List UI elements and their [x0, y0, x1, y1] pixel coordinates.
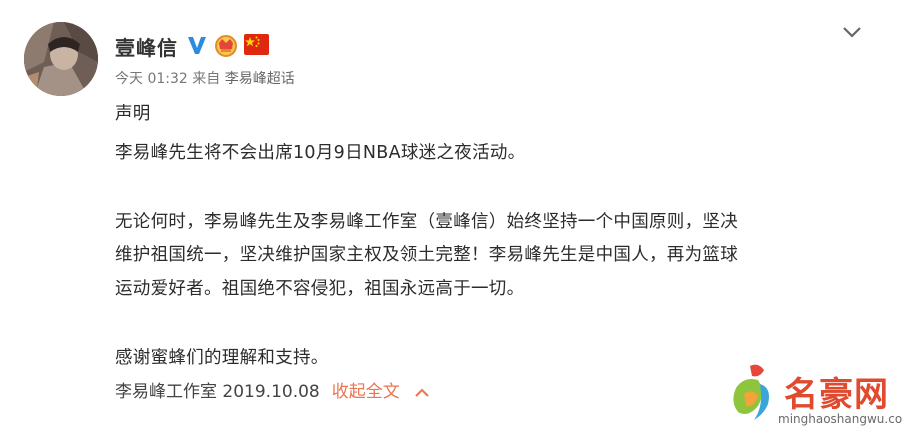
post-time[interactable]: 今天 01:32	[115, 71, 188, 87]
watermark-url: minghaoshangwu.com	[778, 412, 902, 426]
chevron-down-icon[interactable]	[840, 22, 864, 42]
chevron-up-icon[interactable]	[414, 386, 430, 398]
verified-v-icon	[188, 37, 206, 54]
post-line-2: 无论何时，李易峰先生及李易峰工作室（壹峰信）始终坚持一个中国原则，坚决	[115, 212, 738, 232]
collapse-button[interactable]: 收起全文	[332, 382, 400, 402]
post-heading: 声明	[115, 104, 151, 124]
post-signature: 李易峰工作室 2019.10.08	[115, 382, 320, 402]
post-line-4: 运动爱好者。祖国绝不容侵犯，祖国永远高于一切。	[115, 279, 525, 299]
post-line-5: 感谢蜜蜂们的理解和支持。	[115, 348, 329, 368]
crown-badge-icon[interactable]	[213, 33, 239, 57]
source-prefix: 来自	[192, 71, 221, 87]
author-name[interactable]: 壹峰信	[115, 32, 178, 61]
post-line-1: 李易峰先生将不会出席10月9日NBA球迷之夜活动。	[115, 143, 526, 163]
avatar[interactable]	[24, 22, 98, 96]
post-source[interactable]: 李易峰超话	[225, 71, 295, 87]
watermark-text: 名豪网	[784, 375, 889, 415]
post-footer: 李易峰工作室 2019.10.08 收起全文	[115, 377, 430, 402]
post-meta: 今天 01:32 来自 李易峰超话	[115, 68, 295, 88]
china-flag-icon	[244, 34, 269, 55]
post-line-3: 维护祖国统一，坚决维护国家主权及领土完整！李易峰先生是中国人，再为篮球	[115, 245, 738, 265]
